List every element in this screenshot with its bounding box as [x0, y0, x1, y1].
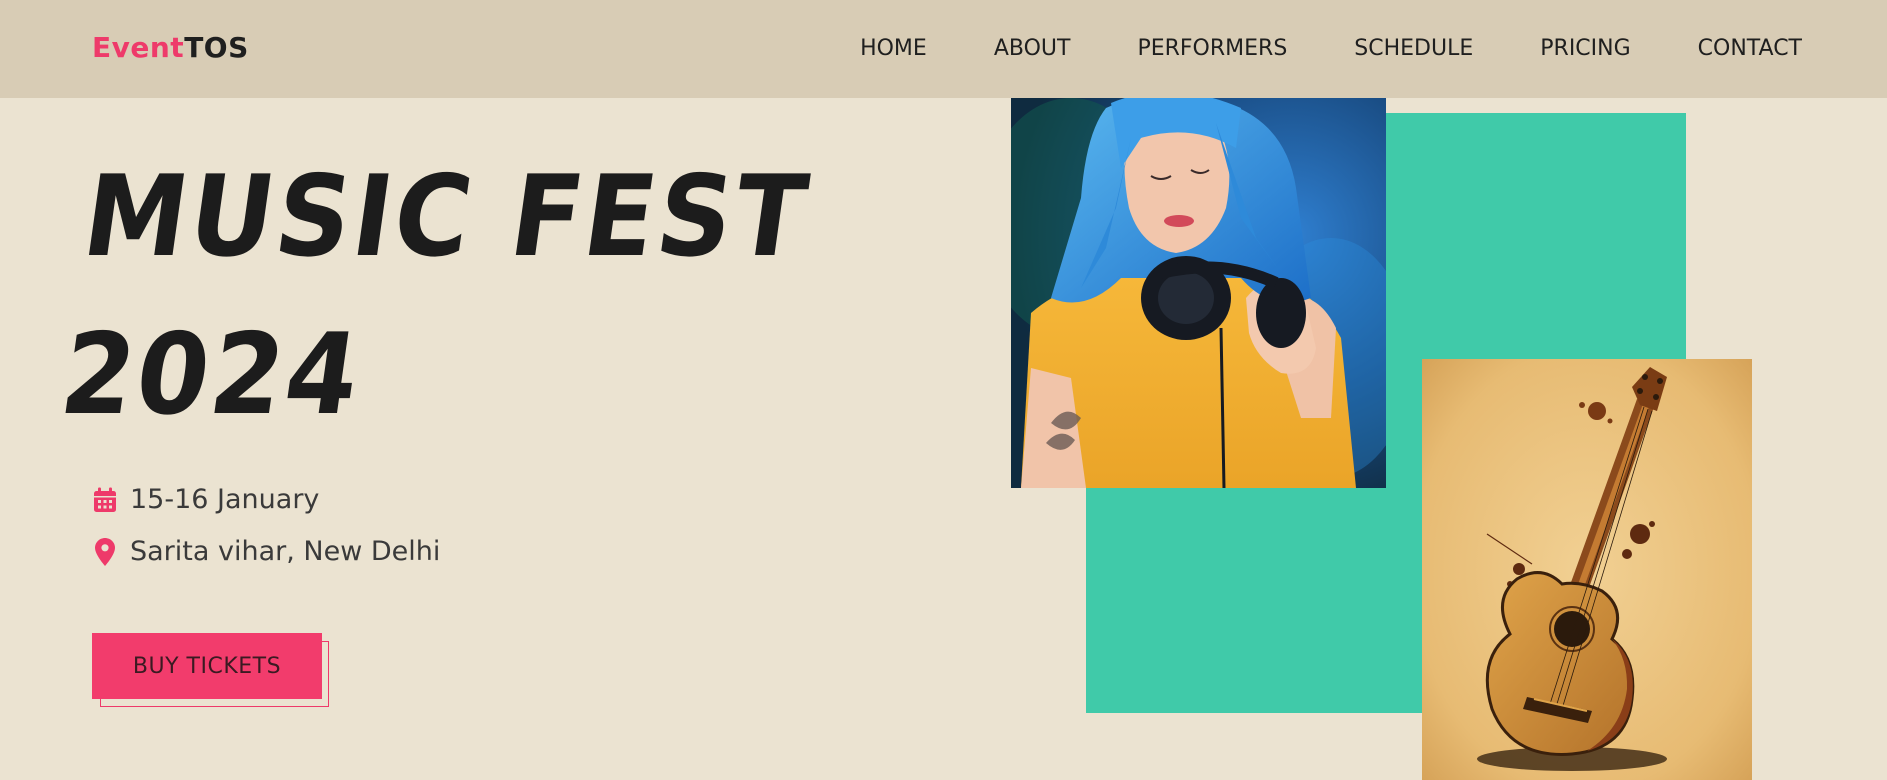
nav-link-pricing[interactable]: PRICING: [1540, 36, 1630, 61]
event-date: 15-16 January: [92, 484, 319, 515]
buy-tickets-wrapper: BUY TICKETS: [92, 633, 332, 708]
brand-logo-part2: TOS: [184, 31, 249, 64]
dj-photo: [1011, 98, 1386, 488]
map-pin-icon: [92, 537, 118, 566]
guitar-illustration: [1422, 359, 1752, 780]
hero-title-line2: 2024: [53, 310, 370, 440]
calendar-icon: [92, 486, 118, 514]
nav-link-about[interactable]: ABOUT: [994, 36, 1071, 61]
brand-logo[interactable]: EventTOS: [92, 31, 249, 64]
nav-links: HOME ABOUT PERFORMERS SCHEDULE PRICING C…: [793, 36, 1802, 61]
event-date-text: 15-16 January: [130, 484, 320, 515]
nav-link-performers[interactable]: PERFORMERS: [1137, 36, 1287, 61]
buy-tickets-button[interactable]: BUY TICKETS: [92, 633, 322, 699]
hero-title-line1: MUSIC FEST: [75, 152, 818, 282]
nav-link-schedule[interactable]: SCHEDULE: [1354, 36, 1473, 61]
hero-title: MUSIC FEST 2024: [52, 138, 820, 454]
event-location-text: Sarita vihar, New Delhi: [130, 536, 441, 567]
brand-logo-part1: Event: [92, 31, 185, 64]
nav-link-home[interactable]: HOME: [860, 36, 927, 61]
nav-link-contact[interactable]: CONTACT: [1698, 36, 1802, 61]
navbar: EventTOS HOME ABOUT PERFORMERS SCHEDULE …: [0, 0, 1887, 98]
event-location: Sarita vihar, New Delhi: [92, 536, 440, 567]
